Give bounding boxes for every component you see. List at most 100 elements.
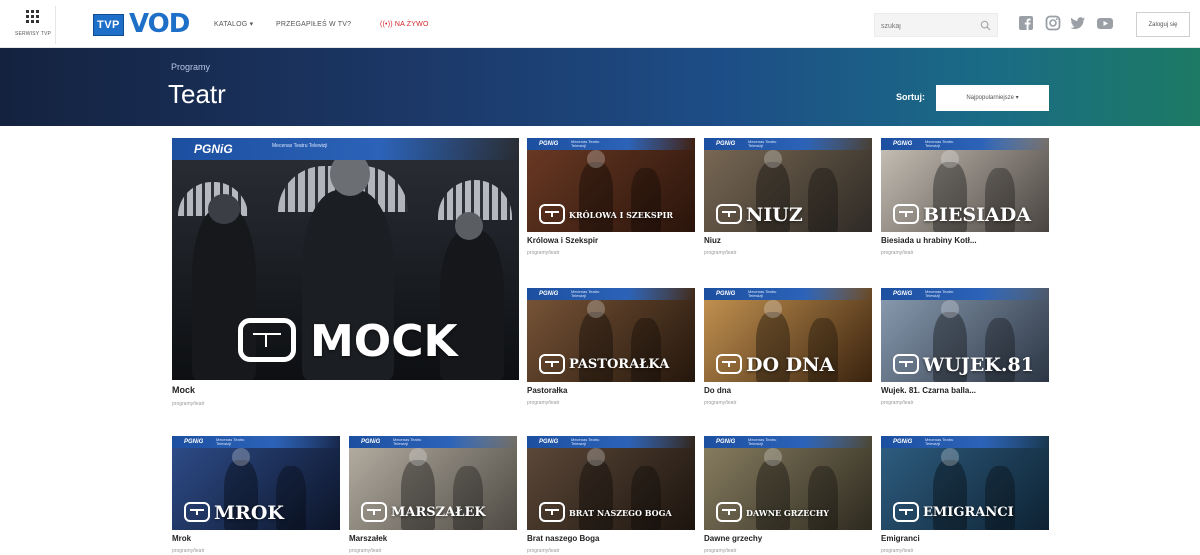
tile-title[interactable]: Pastorałka bbox=[527, 386, 567, 395]
facebook-icon[interactable] bbox=[1018, 15, 1034, 31]
thumbnail-title: MARSZAŁEK bbox=[391, 505, 486, 520]
sponsor-banner: PGNiG Mecenas Teatru Telewizji bbox=[881, 436, 1049, 448]
sponsor-name: PGNiG bbox=[194, 142, 233, 156]
tile-title[interactable]: Królowa i Szekspir bbox=[527, 236, 598, 245]
featured-tile[interactable]: PGNiG Mecenas Teatru Telewizji MOCK Mock… bbox=[172, 138, 519, 414]
tile-title[interactable]: Mrok bbox=[172, 534, 191, 543]
tile-category[interactable]: programy/teatr bbox=[881, 548, 914, 554]
sponsor-banner: PGNiG Mecenas Teatru Telewizji bbox=[704, 138, 872, 150]
login-button[interactable]: Zaloguj się bbox=[1136, 12, 1190, 37]
tile-thumbnail: PGNiG Mecenas Teatru Telewizji NIUZ bbox=[704, 138, 872, 232]
tile-category[interactable]: programy/teatr bbox=[704, 548, 737, 554]
tile-title[interactable]: Mock bbox=[172, 385, 195, 395]
tvp-logo-icon bbox=[893, 354, 919, 374]
sponsor-banner: PGNiG Mecenas Teatru Telewizji bbox=[704, 436, 872, 448]
tile-title[interactable]: Niuz bbox=[704, 236, 721, 245]
tvp-logo-icon bbox=[539, 204, 565, 224]
sponsor-tagline: Mecenas Teatru Telewizji bbox=[393, 437, 422, 446]
tvp-logo-icon bbox=[238, 318, 296, 362]
sponsor-name: PGNiG bbox=[539, 141, 559, 147]
program-tile[interactable]: PGNiG Mecenas Teatru Telewizji MARSZAŁEK… bbox=[349, 436, 517, 555]
sponsor-name: PGNiG bbox=[893, 439, 913, 445]
tvp-logo-icon bbox=[184, 502, 210, 522]
sort-dropdown[interactable]: Najpopularniejsze ▾ bbox=[936, 85, 1049, 111]
category-header: Programy Teatr Sortuj: Najpopularniejsze… bbox=[0, 48, 1200, 126]
tile-category[interactable]: programy/teatr bbox=[172, 401, 205, 407]
tile-title[interactable]: Dawne grzechy bbox=[704, 534, 762, 543]
sponsor-tagline: Mecenas Teatru Telewizji bbox=[272, 143, 328, 149]
tile-category[interactable]: programy/teatr bbox=[704, 250, 737, 256]
sponsor-tagline: Mecenas Teatru Telewizji bbox=[748, 437, 777, 446]
program-tile[interactable]: PGNiG Mecenas Teatru Telewizji KRÓLOWA I… bbox=[527, 138, 695, 274]
sponsor-tagline: Mecenas Teatru Telewizji bbox=[925, 289, 954, 298]
nav-catalog[interactable]: KATALOG ▾ bbox=[214, 19, 253, 31]
sponsor-name: PGNiG bbox=[716, 141, 736, 147]
sponsor-tagline: Mecenas Teatru Telewizji bbox=[748, 139, 777, 148]
nav-missed[interactable]: PRZEGAPIŁEŚ W TV? bbox=[276, 19, 351, 31]
tile-category[interactable]: programy/teatr bbox=[881, 400, 914, 406]
sponsor-banner: PGNiG Mecenas Teatru Telewizji bbox=[172, 138, 519, 160]
services-label: SERWISY TVP bbox=[14, 31, 52, 37]
sponsor-tagline: Mecenas Teatru Telewizji bbox=[925, 139, 954, 148]
sponsor-banner: PGNiG Mecenas Teatru Telewizji bbox=[527, 138, 695, 150]
thumbnail-title: BRAT NASZEGO BOGA bbox=[569, 508, 672, 518]
tile-thumbnail: PGNiG Mecenas Teatru Telewizji BIESIADA bbox=[881, 138, 1049, 232]
sponsor-tagline: Mecenas Teatru Telewizji bbox=[571, 289, 600, 298]
breadcrumb[interactable]: Programy bbox=[171, 62, 210, 72]
tile-category[interactable]: programy/teatr bbox=[349, 548, 382, 554]
thumbnail-title: PASTORAŁKA bbox=[569, 357, 670, 372]
program-tile[interactable]: PGNiG Mecenas Teatru Telewizji EMIGRANCI… bbox=[881, 436, 1049, 555]
program-tile[interactable]: PGNiG Mecenas Teatru Telewizji BRAT NASZ… bbox=[527, 436, 695, 555]
tile-title[interactable]: Emigranci bbox=[881, 534, 920, 543]
tile-thumbnail: PGNiG Mecenas Teatru Telewizji KRÓLOWA I… bbox=[527, 138, 695, 232]
tile-title[interactable]: Biesiada u hrabiny Kotł... bbox=[881, 236, 977, 245]
nav-live[interactable]: ((•)) NA ŻYWO bbox=[380, 19, 429, 31]
tile-thumbnail: PGNiG Mecenas Teatru Telewizji DAWNE GRZ… bbox=[704, 436, 872, 530]
services-menu-button[interactable]: SERWISY TVP bbox=[10, 6, 56, 44]
sponsor-banner: PGNiG Mecenas Teatru Telewizji bbox=[172, 436, 340, 448]
program-tile[interactable]: PGNiG Mecenas Teatru Telewizji BIESIADA … bbox=[881, 138, 1049, 274]
thumbnail-title: MROK bbox=[214, 502, 284, 524]
program-tile[interactable]: PGNiG Mecenas Teatru Telewizji DO DNA Do… bbox=[704, 288, 872, 424]
page-title: Teatr bbox=[168, 79, 226, 109]
tile-category[interactable]: programy/teatr bbox=[527, 400, 560, 406]
program-tile[interactable]: PGNiG Mecenas Teatru Telewizji MROK Mrok… bbox=[172, 436, 340, 555]
sponsor-banner: PGNiG Mecenas Teatru Telewizji bbox=[527, 288, 695, 300]
thumbnail-title: DO DNA bbox=[746, 354, 835, 376]
twitter-icon[interactable] bbox=[1070, 15, 1086, 31]
sponsor-banner: PGNiG Mecenas Teatru Telewizji bbox=[527, 436, 695, 448]
program-tile[interactable]: PGNiG Mecenas Teatru Telewizji PASTORAŁK… bbox=[527, 288, 695, 424]
search-input[interactable] bbox=[881, 18, 977, 34]
youtube-icon[interactable] bbox=[1096, 15, 1114, 31]
tile-title[interactable]: Do dna bbox=[704, 386, 731, 395]
tile-category[interactable]: programy/teatr bbox=[527, 548, 560, 554]
sponsor-name: PGNiG bbox=[184, 439, 204, 445]
instagram-icon[interactable] bbox=[1045, 15, 1061, 31]
logo-vod-text: VOD bbox=[129, 9, 190, 39]
sort-label: Sortuj: bbox=[896, 92, 925, 102]
tile-title[interactable]: Marszałek bbox=[349, 534, 387, 543]
tvp-logo-icon bbox=[716, 204, 742, 224]
sponsor-name: PGNiG bbox=[361, 439, 381, 445]
thumbnail-title: DAWNE GRZECHY bbox=[746, 508, 829, 518]
tile-title[interactable]: Brat naszego Boga bbox=[527, 534, 599, 543]
program-tile[interactable]: PGNiG Mecenas Teatru Telewizji WUJEK.81 … bbox=[881, 288, 1049, 424]
tile-category[interactable]: programy/teatr bbox=[172, 548, 205, 554]
search-icon[interactable] bbox=[980, 20, 991, 31]
sponsor-banner: PGNiG Mecenas Teatru Telewizji bbox=[704, 288, 872, 300]
sponsor-name: PGNiG bbox=[893, 141, 913, 147]
tile-thumbnail: PGNiG Mecenas Teatru Telewizji MARSZAŁEK bbox=[349, 436, 517, 530]
program-tile[interactable]: PGNiG Mecenas Teatru Telewizji DAWNE GRZ… bbox=[704, 436, 872, 555]
thumbnail-title: BIESIADA bbox=[923, 204, 1031, 226]
tile-category[interactable]: programy/teatr bbox=[527, 250, 560, 256]
tvp-logo-icon bbox=[539, 354, 565, 374]
program-tile[interactable]: PGNiG Mecenas Teatru Telewizji NIUZ Niuz… bbox=[704, 138, 872, 274]
tile-title[interactable]: Wujek. 81. Czarna balla... bbox=[881, 386, 976, 395]
top-navigation: SERWISY TVP TVP VOD KATALOG ▾ PRZEGAPIŁE… bbox=[0, 0, 1200, 48]
sponsor-tagline: Mecenas Teatru Telewizji bbox=[925, 437, 954, 446]
tile-category[interactable]: programy/teatr bbox=[704, 400, 737, 406]
tile-category[interactable]: programy/teatr bbox=[881, 250, 914, 256]
sponsor-tagline: Mecenas Teatru Telewizji bbox=[748, 289, 777, 298]
thumbnail-title: KRÓLOWA I SZEKSPIR bbox=[569, 210, 674, 220]
tvp-vod-logo[interactable]: TVP VOD bbox=[93, 9, 193, 39]
